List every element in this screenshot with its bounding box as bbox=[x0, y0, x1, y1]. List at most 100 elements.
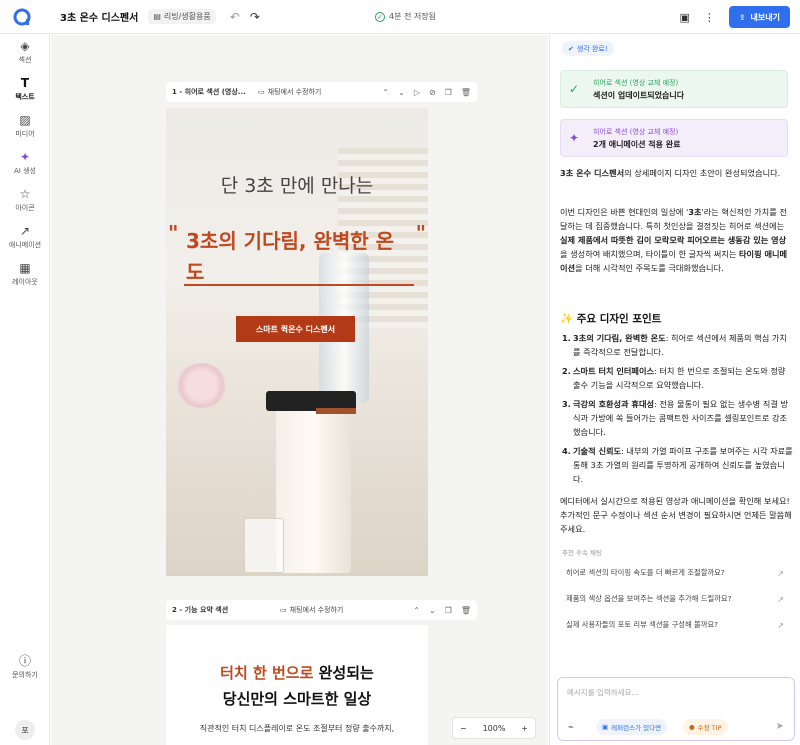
dispenser-body-image bbox=[276, 398, 351, 573]
reference-chip[interactable]: ▣ 레퍼런스가 있다면 bbox=[596, 719, 668, 735]
delete-icon[interactable]: 🗑 bbox=[461, 88, 471, 97]
suggestion-item[interactable]: 제품의 색상 옵션을 보여주는 섹션을 추가해 드릴까요? ↗ bbox=[560, 587, 792, 611]
send-icon[interactable]: ➤ bbox=[776, 721, 784, 732]
feature-description[interactable]: 직관적인 터치 디스플레이로 온도 조절부터 정량 출수까지, bbox=[166, 723, 428, 734]
move-up-icon[interactable]: ⌃ bbox=[413, 606, 420, 615]
chat-edit-label: 채팅에서 수정하기 bbox=[267, 88, 322, 96]
message-input-placeholder[interactable]: 메시지를 입력하세요... bbox=[567, 687, 639, 698]
sparkle-icon: ✦ bbox=[569, 131, 580, 145]
hero-section[interactable]: 단 3초 만에 만나는 " 3초의 기다림, 완벽한 온도 " 스마트 퀵 온수… bbox=[166, 108, 428, 576]
sidebar-item-text[interactable]: T 텍스트 bbox=[0, 71, 50, 108]
paperclip-icon[interactable]: ⌁ bbox=[568, 722, 574, 733]
update-card-sub: 히어로 섹션 (영상 교체 예정) bbox=[593, 78, 679, 87]
tip-chip-label: 수정 TIP bbox=[697, 724, 722, 732]
feature-summary-section[interactable]: 터치 한 번으로 완성되는 당신만의 스마트한 일상 직관적인 터치 디스플레이… bbox=[166, 625, 428, 745]
sidebar-item-label: 레이아웃 bbox=[12, 278, 38, 286]
undo-icon[interactable]: ↶ bbox=[230, 10, 240, 24]
hero-cta-button[interactable]: 스마트 퀵 온수 디스펜서 bbox=[236, 316, 355, 342]
sidebar-item-ai[interactable]: ✦ AI 생성 bbox=[0, 145, 50, 182]
cta-bold: 온수 디스펜서 bbox=[288, 324, 336, 334]
dispenser-band-image bbox=[316, 408, 356, 414]
magic-wand-icon: ✦ bbox=[19, 150, 31, 164]
section-toolbar-1: 1 - 히어로 섹션 (영상... ▭ 채팅에서 수정하기 ⌃ ⌄ ▷ ⊘ ❐ … bbox=[166, 82, 477, 102]
animation-card-sub: 히어로 섹션 (영상 교체 예정) bbox=[593, 127, 679, 136]
star-icon: ☆ bbox=[19, 187, 31, 201]
tip-chip[interactable]: ● 수정 TIP bbox=[683, 719, 728, 735]
check-badge-icon: ✔ bbox=[568, 44, 574, 53]
feature-line-2[interactable]: 당신만의 스마트한 일상 bbox=[166, 688, 428, 709]
chat-edit-button[interactable]: ▭ 채팅에서 수정하기 bbox=[280, 605, 343, 615]
app-logo[interactable] bbox=[0, 0, 44, 34]
chat-edit-label: 채팅에서 수정하기 bbox=[289, 606, 344, 614]
point-title: 극강의 호환성과 휴대성 bbox=[573, 399, 655, 409]
list-number: 3. bbox=[562, 399, 571, 409]
delete-icon[interactable]: 🗑 bbox=[461, 606, 471, 615]
list-item: 2. 스마트 터치 인터페이스: 터치 한 번으로 조절되는 온도와 정량 출수… bbox=[562, 364, 794, 392]
reference-chip-label: 레퍼런스가 있다면 bbox=[611, 724, 662, 732]
animation-card[interactable]: ✦ 히어로 섹션 (영상 교체 예정) 2개 애니메이션 적용 완료 bbox=[560, 119, 788, 157]
animation-icon: ↗ bbox=[19, 224, 31, 238]
editor-canvas[interactable]: 1 - 히어로 섹션 (영상... ▭ 채팅에서 수정하기 ⌃ ⌄ ▷ ⊘ ❐ … bbox=[51, 35, 548, 745]
image-icon: ▣ bbox=[602, 723, 609, 731]
play-icon[interactable]: ▷ bbox=[414, 88, 420, 97]
help-button[interactable]: ⓘ 문의하기 bbox=[0, 649, 50, 686]
calendar-icon[interactable]: ▣ bbox=[679, 11, 689, 24]
sidebar-item-label: 애니메이션 bbox=[8, 241, 42, 249]
image-icon: ▨ bbox=[19, 113, 31, 127]
chat-edit-button[interactable]: ▭ 채팅에서 수정하기 bbox=[258, 87, 321, 97]
move-down-icon[interactable]: ⌄ bbox=[398, 88, 405, 97]
suggestion-item[interactable]: 히어로 섹션의 타이핑 속도를 더 빠르게 조절할까요? ↗ bbox=[560, 561, 792, 585]
chat-icon: ▭ bbox=[258, 88, 265, 96]
sidebar-item-label: 미디어 bbox=[15, 130, 35, 138]
sidebar-item-label: 아이콘 bbox=[15, 204, 35, 212]
zoom-in-icon[interactable]: + bbox=[521, 724, 528, 733]
arrow-up-right-icon: ↗ bbox=[777, 594, 784, 604]
check-icon: ✓ bbox=[569, 82, 580, 96]
lightbulb-icon: ● bbox=[689, 723, 695, 731]
copy-icon[interactable]: ❐ bbox=[445, 88, 452, 97]
update-card-main: 섹션이 업데이트되었습니다 bbox=[593, 90, 685, 100]
category-tag: ▤ 리빙/생활용품 bbox=[148, 9, 216, 24]
section-toolbar-2: 2 - 기능 요약 섹션 ▭ 채팅에서 수정하기 ⌃ ⌄ ❐ 🗑 bbox=[166, 600, 477, 620]
list-number: 1. bbox=[562, 333, 571, 343]
more-vertical-icon[interactable]: ⋮ bbox=[704, 11, 715, 24]
hero-headline[interactable]: 단 3초 만에 만나는 bbox=[166, 171, 428, 198]
document-title[interactable]: 3초 온수 디스펜서 bbox=[60, 9, 138, 24]
list-number: 2. bbox=[562, 366, 571, 376]
glass-image bbox=[244, 518, 284, 573]
zoom-level[interactable]: 100% bbox=[483, 724, 506, 733]
animation-card-main: 2개 애니메이션 적용 완료 bbox=[593, 139, 681, 149]
message-text: 이번 디자인은 바쁜 현대인의 일상에 ' bbox=[560, 207, 689, 217]
sidebar-item-section[interactable]: ◈ 섹션 bbox=[0, 34, 50, 71]
message-input-box[interactable]: 메시지를 입력하세요... ⌁ ▣ 레퍼런스가 있다면 ● 수정 TIP ➤ bbox=[557, 677, 795, 741]
redo-icon[interactable]: ↷ bbox=[250, 10, 260, 24]
message-bold: 실제 제품에서 따뜻한 김이 모락모락 피어오르는 생동감 있는 영상 bbox=[560, 235, 787, 245]
save-status-text: 4분 전 저장됨 bbox=[389, 12, 436, 21]
list-number: 4. bbox=[562, 446, 571, 456]
export-button[interactable]: ⇪ 내보내기 bbox=[728, 6, 790, 28]
sidebar-item-animation[interactable]: ↗ 애니메이션 bbox=[0, 219, 50, 256]
suggestion-item[interactable]: 실제 사용자들의 포토 리뷰 섹션을 구성해 볼까요? ↗ bbox=[560, 613, 792, 637]
message-paragraph-3: 에디터에서 실시간으로 적용된 영상과 애니메이션을 확인해 보세요! 추가적인… bbox=[560, 496, 792, 534]
status-badge: ✔ 생각 완료! bbox=[562, 41, 614, 56]
feature-line-1-highlight: 터치 한 번으로 bbox=[220, 664, 314, 682]
copy-icon[interactable]: ❐ bbox=[445, 606, 452, 615]
hero-highlight[interactable]: 3초의 기다림, 완벽한 온도 bbox=[186, 226, 411, 288]
feature-line-1[interactable]: 터치 한 번으로 완성되는 bbox=[166, 662, 428, 683]
sidebar-item-media[interactable]: ▨ 미디어 bbox=[0, 108, 50, 145]
quote-close: " bbox=[415, 221, 426, 245]
zoom-out-icon[interactable]: − bbox=[460, 724, 467, 733]
left-sidebar: ◈ 섹션 T 텍스트 ▨ 미디어 ✦ AI 생성 ☆ 아이콘 ↗ 애니메이션 ▦… bbox=[0, 34, 50, 745]
avatar[interactable]: 포 bbox=[15, 720, 35, 740]
update-card[interactable]: ✓ 히어로 섹션 (영상 교체 예정) 섹션이 업데이트되었습니다 bbox=[560, 70, 788, 108]
arrow-up-right-icon: ↗ bbox=[777, 620, 784, 630]
sidebar-item-layout[interactable]: ▦ 레이아웃 bbox=[0, 256, 50, 293]
message-paragraph-1: 3초 온수 디스펜서의 상세페이지 디자인 초안이 완성되었습니다. bbox=[560, 166, 792, 180]
chat-icon: ▭ bbox=[280, 606, 287, 614]
move-down-icon[interactable]: ⌄ bbox=[429, 606, 436, 615]
move-up-icon[interactable]: ⌃ bbox=[382, 88, 389, 97]
sidebar-item-label: 섹션 bbox=[18, 56, 32, 64]
message-text: 을 더해 시각적인 주목도를 극대화했습니다. bbox=[575, 263, 724, 273]
no-animation-icon[interactable]: ⊘ bbox=[429, 88, 436, 97]
sidebar-item-icon[interactable]: ☆ 아이콘 bbox=[0, 182, 50, 219]
